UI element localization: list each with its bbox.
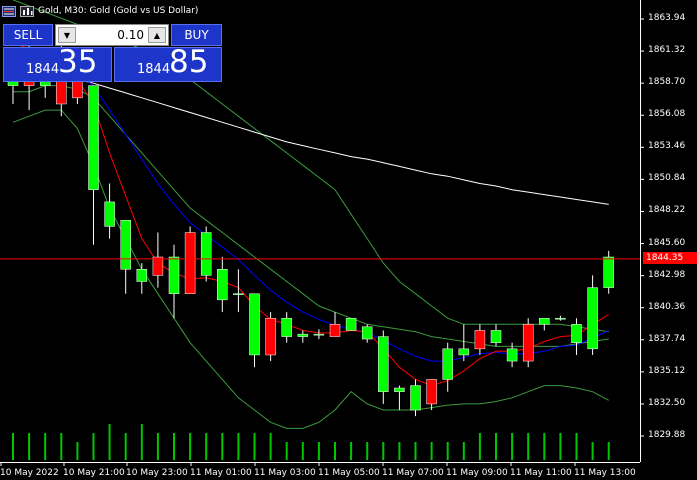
symbol-icon (20, 5, 34, 17)
time-axis-label: 10 May 2022 (0, 468, 59, 478)
buy-price-prefix: 1844 (137, 62, 171, 77)
price-axis-label: 1840.36 (648, 301, 686, 312)
bull-candle-body (506, 348, 518, 362)
price-axis-label: 1858.70 (648, 77, 686, 88)
buy-price-pips: 85 (169, 44, 209, 80)
price-axis-label: 1856.08 (648, 109, 686, 120)
bear-candle-body (265, 317, 276, 356)
bear-candle-body (184, 232, 196, 294)
time-axis-label: 11 May 07:00 (382, 468, 444, 478)
price-axis-label: 1837.74 (648, 333, 686, 344)
bull-candle-body (361, 326, 373, 340)
slow-ma-line (12, 69, 609, 205)
lot-size-value[interactable]: 0.10 (117, 28, 144, 42)
one-click-trading-panel: SELL ▼ 0.10 ▲ BUY 1844 35 1844 85 (3, 24, 222, 82)
sell-price-button[interactable]: 1844 35 (3, 44, 112, 82)
band-lower-line (12, 109, 609, 429)
price-axis-label: 1850.84 (648, 173, 686, 184)
bull-candle-body (490, 330, 502, 343)
sell-price-pips: 35 (58, 44, 98, 80)
sell-price-prefix: 1844 (26, 62, 60, 77)
chart-title: Gold, M30: Gold (Gold vs US Dollar) (38, 6, 199, 16)
lot-increase-button[interactable]: ▲ (148, 27, 166, 43)
bull-candle-body (136, 268, 148, 282)
bear-candle-body (426, 379, 437, 405)
bear-candle-body (474, 330, 486, 350)
medium-ma-line (12, 54, 609, 362)
fast-ma-line (12, 42, 609, 387)
time-axis-label: 11 May 11:00 (510, 468, 572, 478)
current-price-tag: 1844.35 (643, 252, 697, 264)
sell-button[interactable]: SELL (3, 24, 53, 46)
bull-candle-body (168, 256, 180, 294)
bull-candle-body (104, 201, 115, 227)
time-axis-label: 11 May 03:00 (254, 468, 316, 478)
chart-title-bar: Gold, M30: Gold (Gold vs US Dollar) (2, 3, 198, 19)
time-axis-label: 10 May 23:00 (126, 468, 188, 478)
chart-window-icon (2, 5, 16, 17)
bull-candle-body (345, 317, 357, 331)
price-axis-label: 1848.22 (648, 205, 686, 216)
price-axis-label: 1861.32 (648, 45, 686, 56)
lot-size-field[interactable]: ▼ 0.10 ▲ (55, 24, 169, 46)
bull-candle-body (603, 256, 614, 288)
time-axis-label: 11 May 13:00 (574, 468, 636, 478)
bull-candle-body (233, 293, 244, 295)
band-middle-line (13, 85, 609, 347)
bull-candle-body (458, 348, 470, 356)
time-axis-label: 11 May 09:00 (446, 468, 508, 478)
bear-candle-body (152, 256, 164, 276)
bull-candle-body (555, 317, 566, 320)
bull-candle-body (88, 85, 99, 190)
triangle-up-icon: ▲ (153, 30, 161, 40)
time-axis-label: 11 May 05:00 (318, 468, 380, 478)
bull-candle-body (394, 387, 405, 392)
bear-candle-body (72, 79, 83, 99)
bull-candle-body (313, 333, 325, 336)
price-axis-label: 1863.94 (648, 13, 686, 23)
bull-candle-body (200, 232, 212, 276)
price-axis-label: 1829.88 (648, 430, 686, 440)
bear-candle-body (329, 324, 341, 337)
price-axis-label: 1835.12 (648, 365, 686, 376)
bull-candle-body (297, 333, 309, 337)
time-axis-label: 11 May 01:00 (190, 468, 252, 478)
bull-candle-body (442, 348, 453, 380)
lot-decrease-button[interactable]: ▼ (58, 27, 76, 43)
bull-candle-body (571, 324, 582, 343)
bull-candle-body (120, 220, 131, 270)
price-axis-label: 1832.50 (648, 397, 686, 408)
triangle-down-icon: ▼ (63, 30, 71, 40)
price-axis-label: 1845.60 (648, 237, 686, 248)
bull-candle-body (587, 287, 598, 350)
bull-candle-body (378, 336, 389, 392)
buy-button[interactable]: BUY (171, 24, 222, 46)
bull-candle-body (281, 317, 292, 337)
bull-candle-body (539, 317, 550, 325)
volume-histogram (12, 424, 610, 460)
price-axis-label: 1842.98 (648, 269, 686, 280)
bear-candle-body (522, 324, 534, 362)
bull-candle-body (217, 268, 228, 301)
buy-price-button[interactable]: 1844 85 (114, 44, 222, 82)
bull-candle-body (249, 293, 260, 356)
time-axis-label: 10 May 21:00 (63, 468, 125, 478)
price-axis-label: 1853.46 (648, 141, 686, 152)
bull-candle-body (410, 385, 421, 411)
